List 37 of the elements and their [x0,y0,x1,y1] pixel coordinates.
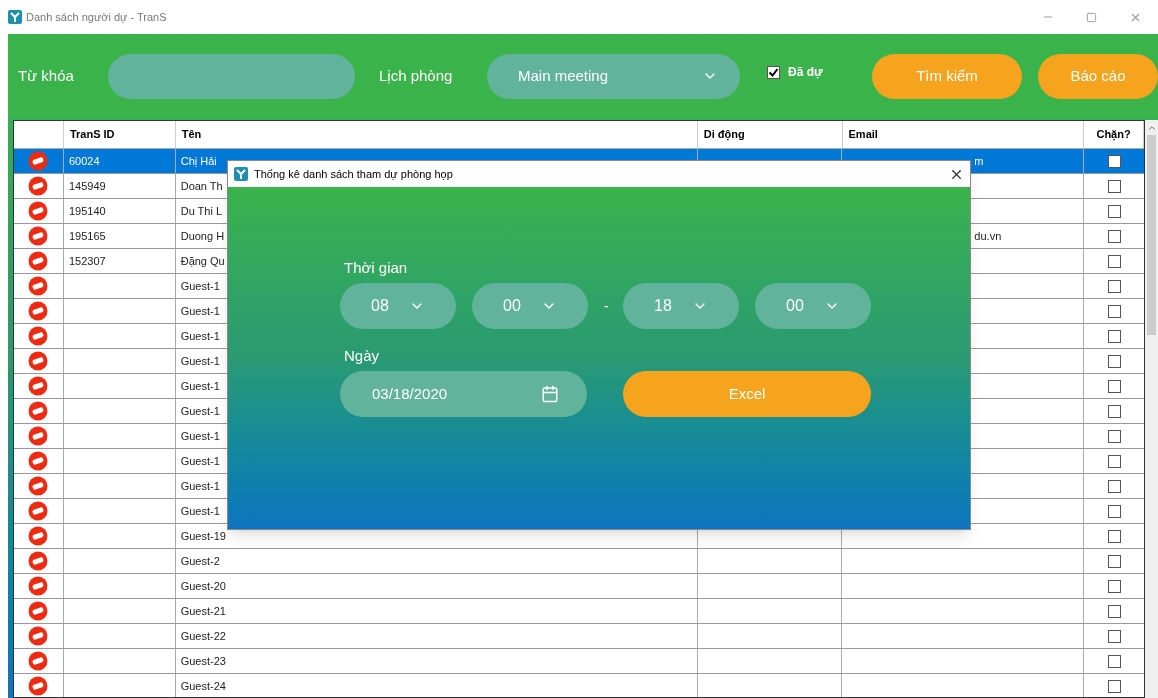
table-cell-text: Guest-1 [180,478,220,494]
dialog-title: Thống kê danh sách tham dự phòng họp [254,166,453,182]
room-label: Lịch phòng [379,65,454,86]
table-cell-text: Guest-19 [180,528,226,544]
table-cell-text: Đặng Qu [180,253,225,269]
table-cell-text: Duong H [180,228,225,244]
table-cell-text: 195165 [68,228,106,244]
table-cell-text: Guest-1 [180,503,220,519]
table-cell-text: Guest-1 [180,278,220,294]
time-label: Thời gian [343,258,409,278]
table-cell-text: Guest-1 [180,403,220,419]
window-title: Danh sách người dự - TranS [26,9,167,25]
attended-label: Đã dự [788,64,823,81]
table-cell-text: Guest-1 [180,303,220,319]
table-cell-text: Guest-24 [180,678,226,694]
table-cell-text: Du Thi L [180,203,223,219]
table-cell-text: Guest-20 [180,578,226,594]
table-cell-text: Guest-1 [180,328,220,344]
table-cell-text: Guest-1 [180,378,220,394]
table-cell-text: Guest-22 [180,628,226,644]
table-cell-text: 195140 [68,203,106,219]
table-cell-text: 152307 [68,253,106,269]
date-label: Ngày [343,346,381,366]
table-cell-text: Chị Hải [180,153,217,169]
table-cell-text: m [974,153,984,169]
keyword-label: Từ khóa [18,65,75,86]
table-cell-text: Guest-1 [180,453,220,469]
separator: - [604,296,607,316]
table-cell-text: Guest-23 [180,653,226,669]
table-cell-text: du.vn [974,228,1002,244]
table-cell-text: Guest-21 [180,603,226,619]
table-cell-text: 60024 [68,153,100,169]
table-cell-text: Guest-2 [180,553,220,569]
table-cell-text: Doan Th [180,178,223,194]
table-cell-text: 145949 [68,178,106,194]
table-cell-text: Guest-1 [180,353,220,369]
table-cell-text: Guest-1 [180,428,220,444]
